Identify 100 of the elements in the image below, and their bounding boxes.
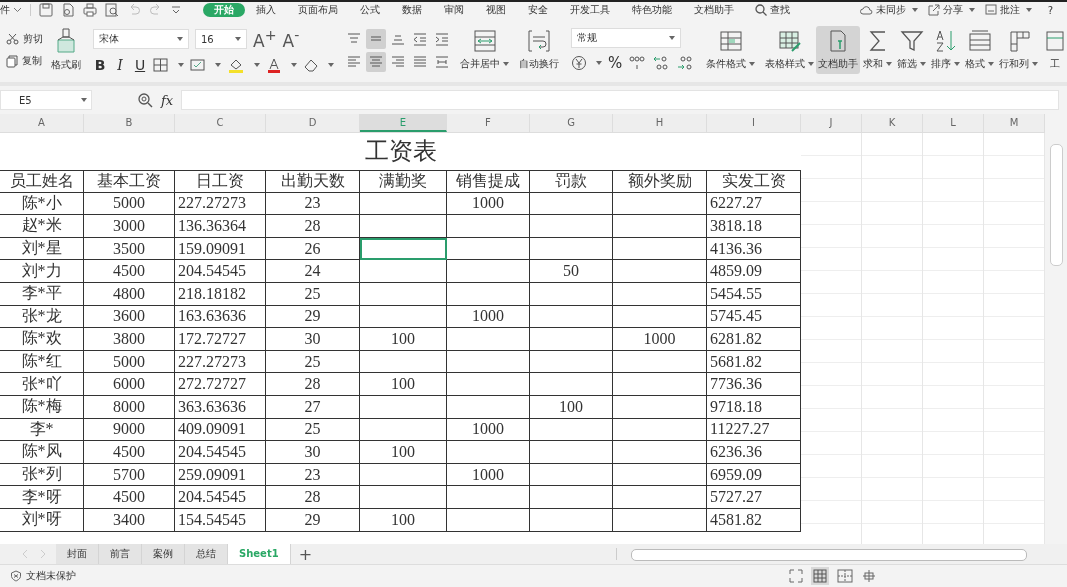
align-lines-icon [412, 54, 428, 69]
previous-sheet-icon[interactable] [20, 549, 30, 559]
ribbon-button[interactable]: 条件格式 [704, 26, 758, 74]
menu-tab[interactable]: 视图 [475, 3, 517, 17]
toolbar-button[interactable]: 未同步 [859, 3, 918, 17]
sheet-tab[interactable]: 前言 [99, 544, 142, 564]
caret-icon [291, 62, 297, 67]
column-header[interactable]: B [84, 114, 175, 132]
print-icon[interactable] [83, 3, 97, 17]
column-header[interactable]: G [530, 114, 613, 132]
table-cell: 3000 [84, 215, 175, 238]
sheet-tab[interactable]: 总结 [185, 544, 228, 564]
eraser-icon[interactable] [303, 57, 319, 72]
column-header[interactable]: L [923, 114, 984, 132]
more-icon[interactable] [171, 5, 181, 15]
font-color-icon[interactable] [266, 56, 282, 73]
table-cell: 23 [266, 192, 360, 216]
normal-view-icon[interactable] [811, 567, 829, 585]
format-painter-button[interactable]: 格式刷 [49, 25, 83, 75]
ribbon-button[interactable]: 复制 [6, 54, 43, 68]
add-sheet-button[interactable]: + [290, 544, 321, 564]
column-header[interactable]: I [707, 114, 801, 132]
ribbon-button[interactable]: 工 [1041, 26, 1067, 74]
file-menu[interactable]: 件 [0, 3, 22, 17]
menu-tab[interactable]: 公式 [349, 3, 391, 17]
menu-tab[interactable]: 插入 [245, 3, 287, 17]
sheet-icon [1043, 29, 1067, 53]
fullscreen-icon[interactable] [789, 569, 803, 583]
table-cell: 25 [266, 350, 360, 374]
next-sheet-icon[interactable] [38, 549, 48, 559]
save-icon[interactable] [39, 3, 53, 17]
ribbon-button[interactable]: 行和列 [997, 26, 1041, 74]
menu-tab[interactable]: 特色功能 [621, 3, 683, 17]
table-cell: 259.09091 [175, 463, 266, 487]
menu-tab[interactable]: 安全 [517, 3, 559, 17]
font-name-dropdown[interactable]: 宋体 [93, 29, 189, 49]
formula-input[interactable] [181, 90, 1059, 110]
decrease-font-button[interactable]: A$^{-}$ [282, 27, 300, 51]
search-button[interactable]: 查找 [755, 3, 790, 17]
table-cell: 李*呀 [0, 486, 84, 509]
percent-button[interactable]: % [608, 54, 623, 72]
increase-decimal-icon[interactable] [652, 55, 671, 71]
decrease-decimal-icon[interactable] [676, 55, 695, 71]
table-cell: 5727.27 [707, 486, 801, 509]
font-size-dropdown[interactable]: 16 [195, 29, 247, 49]
menu-tab[interactable]: 页面布局 [287, 3, 349, 17]
page-break-view-icon[interactable] [837, 569, 853, 583]
table-cell: 27 [266, 395, 360, 419]
ribbon-button[interactable]: 文档助手 [816, 26, 861, 74]
ribbon-button[interactable]: 筛选 [895, 26, 929, 74]
menu-tab[interactable]: 审阅 [433, 3, 475, 17]
table-cell: 363.63636 [175, 395, 266, 419]
table-cell: 1000 [447, 192, 530, 216]
name-box[interactable]: E5 [0, 90, 92, 110]
shield-icon [10, 570, 22, 582]
italic-button[interactable]: I [113, 56, 127, 73]
column-heading: 员工姓名 [0, 170, 84, 193]
alignment-button[interactable] [366, 51, 386, 72]
ribbon-button[interactable]: 求和 [861, 26, 895, 74]
ribbon-button[interactable]: 格式 [963, 26, 997, 74]
protection-status[interactable]: 文档未保护 [10, 569, 76, 583]
alignment-button[interactable] [366, 28, 386, 49]
function-button[interactable]: fx [161, 92, 174, 108]
column-header[interactable]: J [801, 114, 862, 132]
merge-cells-icon [472, 29, 497, 53]
underline-button[interactable]: U [133, 56, 147, 73]
column-header[interactable]: A [0, 114, 84, 132]
cell-style-icon[interactable] [190, 57, 206, 72]
help-button[interactable]: ? [1041, 4, 1059, 16]
export-icon[interactable] [61, 3, 75, 17]
table-cell: 赵*米 [0, 215, 84, 238]
borders-icon[interactable] [153, 57, 169, 72]
ribbon-button[interactable]: 表格样式 [763, 26, 817, 74]
ribbon-button[interactable]: 自动换行 [517, 26, 561, 74]
column-header[interactable]: H [613, 114, 707, 132]
ribbon-button[interactable]: 合并居中 [458, 26, 511, 74]
bold-button[interactable]: B [93, 56, 107, 73]
selected-cell[interactable] [360, 237, 447, 261]
menu-tab[interactable]: 文档助手 [683, 3, 745, 17]
menu-tab[interactable]: 开发工具 [559, 3, 621, 17]
sheet-tab[interactable]: 封面 [56, 544, 99, 564]
number-format-dropdown[interactable]: 常规 [571, 28, 681, 48]
ribbon-button[interactable]: 剪切 [6, 32, 43, 46]
menu-tab[interactable]: 数据 [391, 3, 433, 17]
caret-icon [178, 62, 184, 67]
column-header[interactable]: C [175, 114, 266, 132]
table-cell: 4500 [84, 260, 175, 283]
table-cell: 11227.27 [707, 418, 801, 442]
sheet-tab[interactable]: 案例 [142, 544, 185, 564]
column-header[interactable]: K [862, 114, 923, 132]
column-header[interactable]: F [447, 114, 530, 132]
toolbar-button[interactable]: 批注 [984, 3, 1032, 17]
toolbar-button[interactable]: 分享 [927, 3, 975, 17]
ribbon-button[interactable]: 排序 [929, 26, 963, 74]
currency-icon[interactable] [571, 55, 587, 71]
print-preview-icon[interactable] [105, 3, 119, 17]
thousands-separator-icon[interactable] [628, 55, 647, 71]
caret-icon [920, 62, 927, 66]
zoom-icon[interactable] [138, 92, 153, 108]
increase-font-button[interactable]: A$^{+}$ [253, 27, 277, 51]
